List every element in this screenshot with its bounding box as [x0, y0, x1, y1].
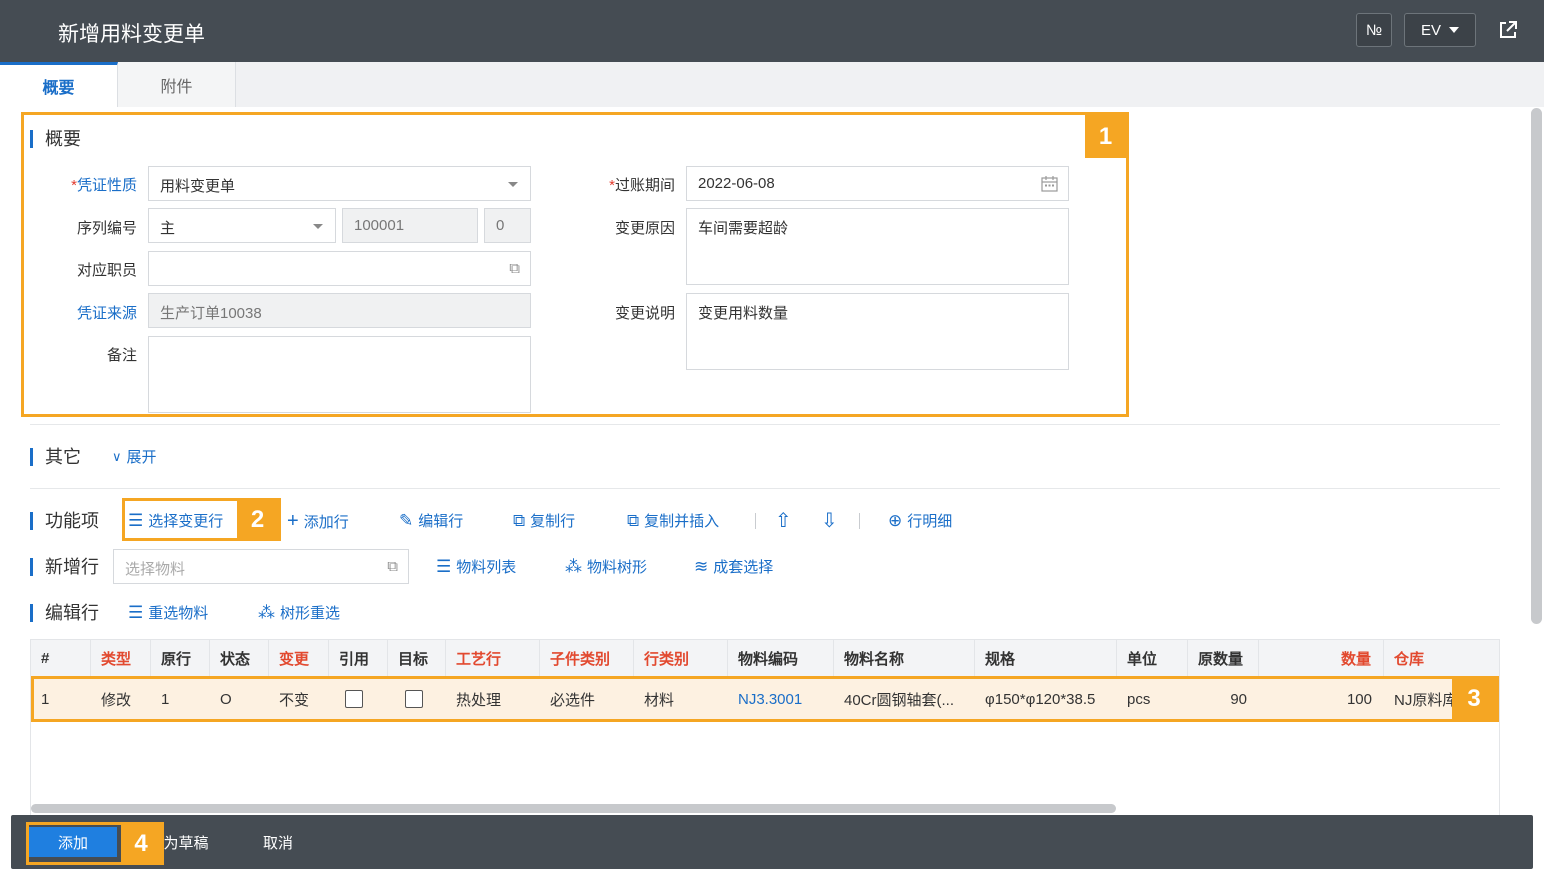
- highlight-box-3: [31, 676, 1499, 722]
- col-header-warehouse[interactable]: 仓库: [1384, 640, 1499, 677]
- row-detail-label: 行明细: [907, 513, 953, 530]
- col-header-target[interactable]: 目标: [388, 640, 446, 677]
- title-bar: 新增用料变更单 № EV: [0, 0, 1544, 62]
- add-row-button[interactable]: + 添加行: [287, 510, 349, 533]
- horizontal-scrollbar[interactable]: [31, 804, 1116, 813]
- cancel-button[interactable]: 取消: [255, 827, 301, 857]
- material-tree-button[interactable]: ⁂ 物料树形: [565, 556, 647, 577]
- highlight-box-1: [21, 112, 1129, 417]
- divider: [30, 488, 1500, 489]
- col-header-ref[interactable]: 引用: [329, 640, 388, 677]
- layers-icon: ≋: [694, 556, 709, 576]
- copy-row-label: 复制行: [530, 513, 576, 530]
- material-list-label: 物料列表: [456, 559, 517, 576]
- expand-label: 展开: [126, 449, 157, 466]
- col-header-sub-type[interactable]: 子件类别: [540, 640, 634, 677]
- col-header-no[interactable]: #: [31, 640, 91, 677]
- plus-icon: +: [287, 510, 299, 532]
- add-row-label: 添加行: [303, 514, 349, 531]
- edit-row-button[interactable]: ✎ 编辑行: [399, 510, 463, 531]
- set-select-label: 成套选择: [713, 559, 774, 576]
- separator: [755, 513, 756, 529]
- edit-row-label: 编辑行: [418, 513, 464, 530]
- separator: [859, 513, 860, 529]
- material-search-input[interactable]: 选择物料 ⧉: [113, 549, 409, 584]
- material-tree-label: 物料树形: [587, 559, 648, 576]
- copy-insert-label: 复制并插入: [644, 513, 720, 530]
- col-header-code[interactable]: 物料编码: [728, 640, 834, 677]
- step-badge-2: 2: [237, 501, 278, 538]
- material-list-button[interactable]: ☰ 物料列表: [436, 556, 516, 577]
- tree-icon: ⁂: [565, 556, 582, 576]
- col-header-change[interactable]: 变更: [269, 640, 329, 677]
- step-badge-4: 4: [121, 825, 161, 862]
- col-header-unit[interactable]: 单位: [1117, 640, 1188, 677]
- col-header-type[interactable]: 类型: [91, 640, 151, 677]
- copy-icon: ⧉: [513, 510, 526, 530]
- col-header-name[interactable]: 物料名称: [834, 640, 975, 677]
- tab-attachments[interactable]: 附件: [118, 62, 236, 107]
- save-draft-button[interactable]: 为草稿: [161, 827, 211, 857]
- reselect-material-button[interactable]: ☰ 重选物料: [128, 602, 208, 623]
- expand-toggle[interactable]: ∨ 展开: [112, 446, 157, 467]
- lookup-icon[interactable]: ⧉: [387, 558, 398, 575]
- reselect-material-label: 重选物料: [148, 605, 209, 622]
- move-down-button[interactable]: ⇩: [821, 508, 838, 533]
- external-link-icon[interactable]: [1497, 19, 1519, 41]
- col-header-spec[interactable]: 规格: [975, 640, 1117, 677]
- chevron-down-icon: [1449, 27, 1459, 33]
- window-title: 新增用料变更单: [58, 23, 205, 46]
- tree-reselect-label: 树形重选: [280, 605, 341, 622]
- col-header-orig-row[interactable]: 原行: [151, 640, 210, 677]
- new-row-heading: 新增行: [30, 558, 99, 576]
- copy-row-button[interactable]: ⧉ 复制行: [513, 510, 575, 531]
- vertical-scrollbar[interactable]: [1531, 108, 1542, 624]
- chevron-down-icon: ∨: [112, 448, 122, 464]
- col-header-orig-qty[interactable]: 原数量: [1188, 640, 1259, 677]
- other-heading: 其它: [30, 448, 81, 466]
- zoom-in-icon: ⊕: [888, 510, 903, 530]
- col-header-row-type[interactable]: 行类别: [634, 640, 728, 677]
- tree-reselect-button[interactable]: ⁂ 树形重选: [258, 602, 340, 623]
- step-badge-1: 1: [1085, 115, 1126, 158]
- functions-heading: 功能项: [30, 512, 99, 530]
- list-icon: ☰: [128, 602, 144, 622]
- language-dropdown[interactable]: EV: [1404, 13, 1476, 47]
- step-badge-3: 3: [1452, 679, 1496, 719]
- arrow-down-icon: ⇩: [821, 510, 838, 532]
- list-icon: ☰: [436, 556, 452, 576]
- tab-bar: 概要 附件: [0, 62, 1544, 107]
- lines-grid: # 类型 原行 状态 变更 引用 目标 工艺行 子件类别 行类别 物料编码 物料…: [30, 639, 1500, 817]
- arrow-up-icon: ⇧: [775, 510, 792, 532]
- col-header-qty[interactable]: 数量: [1259, 640, 1384, 677]
- copy-icon: ⧉: [627, 510, 640, 530]
- col-header-status[interactable]: 状态: [210, 640, 269, 677]
- divider: [30, 424, 1500, 425]
- edit-row-heading: 编辑行: [30, 604, 99, 622]
- edit-icon: ✎: [399, 510, 414, 530]
- copy-insert-button[interactable]: ⧉ 复制并插入: [627, 510, 719, 531]
- move-up-button[interactable]: ⇧: [775, 508, 792, 533]
- footer-bar: 添加 为草稿 取消: [11, 815, 1533, 869]
- col-header-process[interactable]: 工艺行: [446, 640, 540, 677]
- language-label: EV: [1420, 21, 1441, 39]
- material-placeholder: 选择物料: [125, 561, 186, 578]
- numbering-button[interactable]: №: [1356, 13, 1392, 47]
- set-select-button[interactable]: ≋ 成套选择: [694, 556, 773, 577]
- tree-icon: ⁂: [258, 602, 275, 622]
- tab-summary[interactable]: 概要: [0, 62, 118, 107]
- row-detail-button[interactable]: ⊕ 行明细: [888, 510, 952, 531]
